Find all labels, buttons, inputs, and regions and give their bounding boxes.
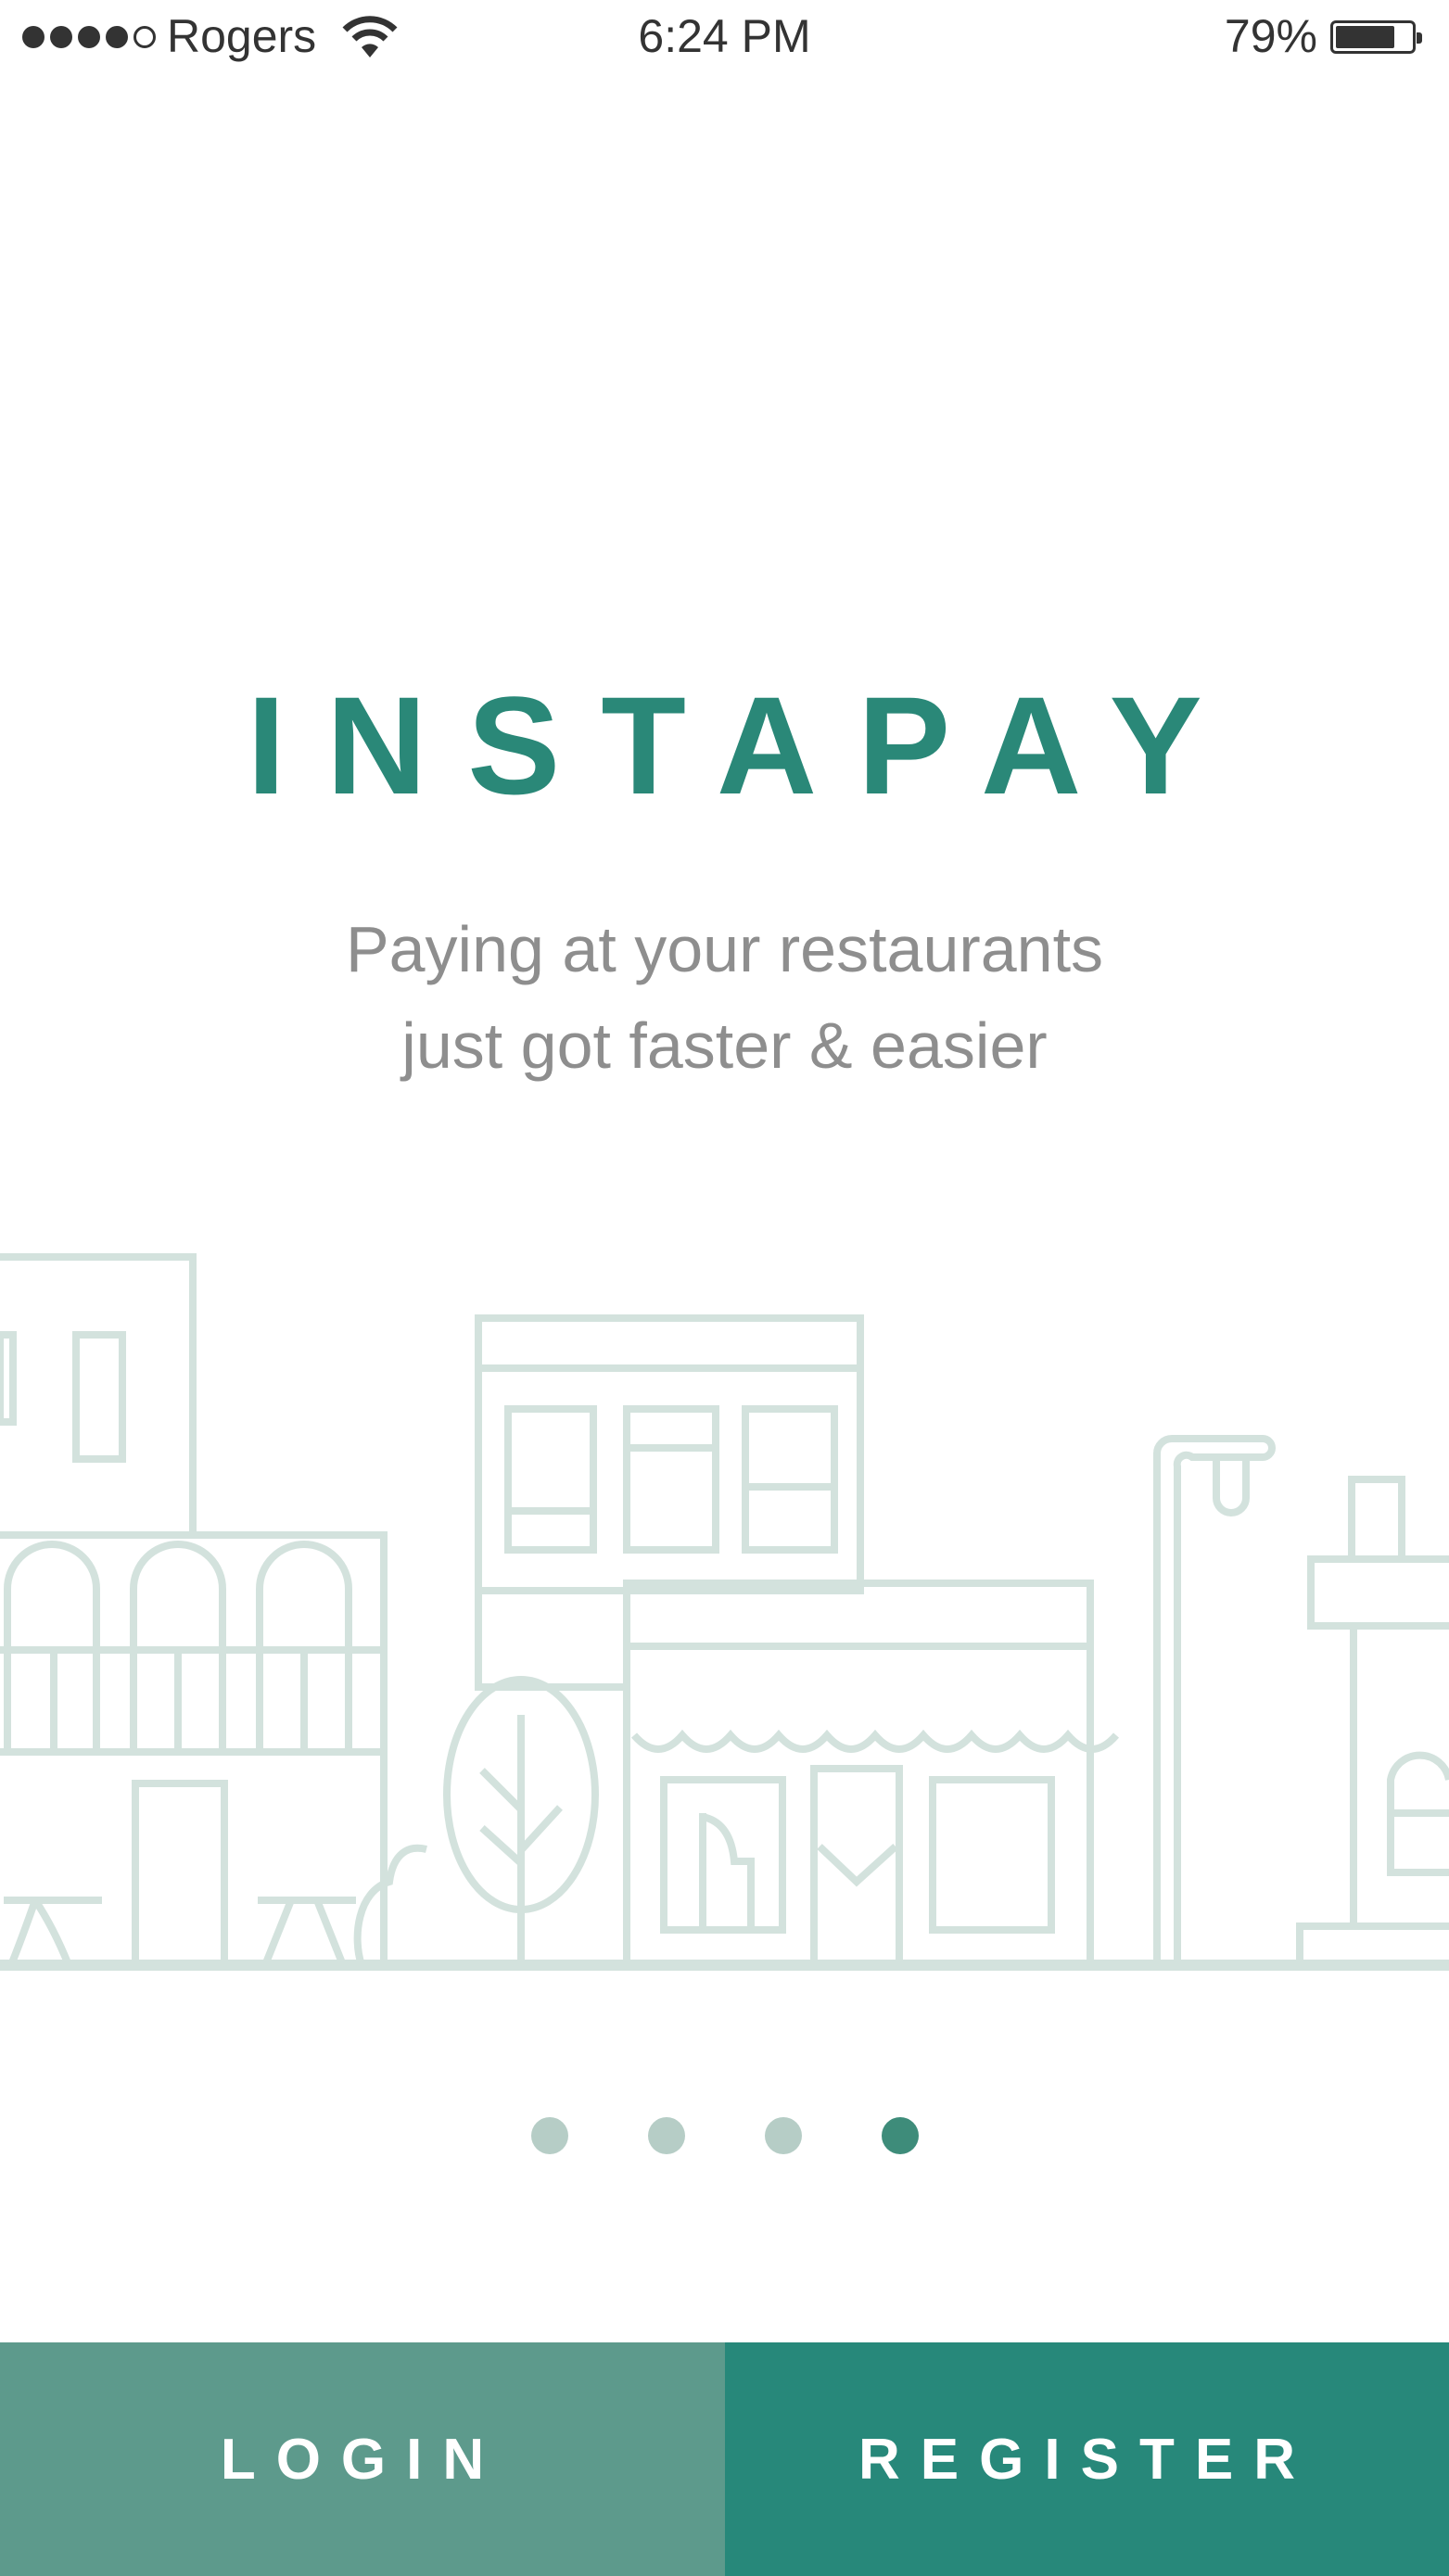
- page-indicator: [0, 2117, 1449, 2154]
- page-dot[interactable]: [764, 2117, 802, 2154]
- page-dot[interactable]: [647, 2117, 685, 2154]
- app-title: INSTAPAY: [247, 667, 1243, 823]
- tagline-line-2: just got faster & easier: [401, 1009, 1048, 1082]
- page-dot[interactable]: [881, 2117, 919, 2154]
- status-bar: Rogers 6:24 PM 79%: [0, 0, 1449, 74]
- battery-icon: [1330, 20, 1422, 54]
- tagline-line-1: Paying at your restaurants: [345, 913, 1104, 985]
- tagline: Paying at your restaurants just got fast…: [0, 901, 1449, 1094]
- page-dot[interactable]: [530, 2117, 568, 2154]
- register-button[interactable]: REGISTER: [725, 2342, 1449, 2576]
- battery-percentage: 79%: [1224, 10, 1317, 62]
- storefront-illustration: [0, 1242, 1449, 1988]
- login-button[interactable]: LOGIN: [0, 2342, 725, 2576]
- battery-level: [1336, 26, 1394, 48]
